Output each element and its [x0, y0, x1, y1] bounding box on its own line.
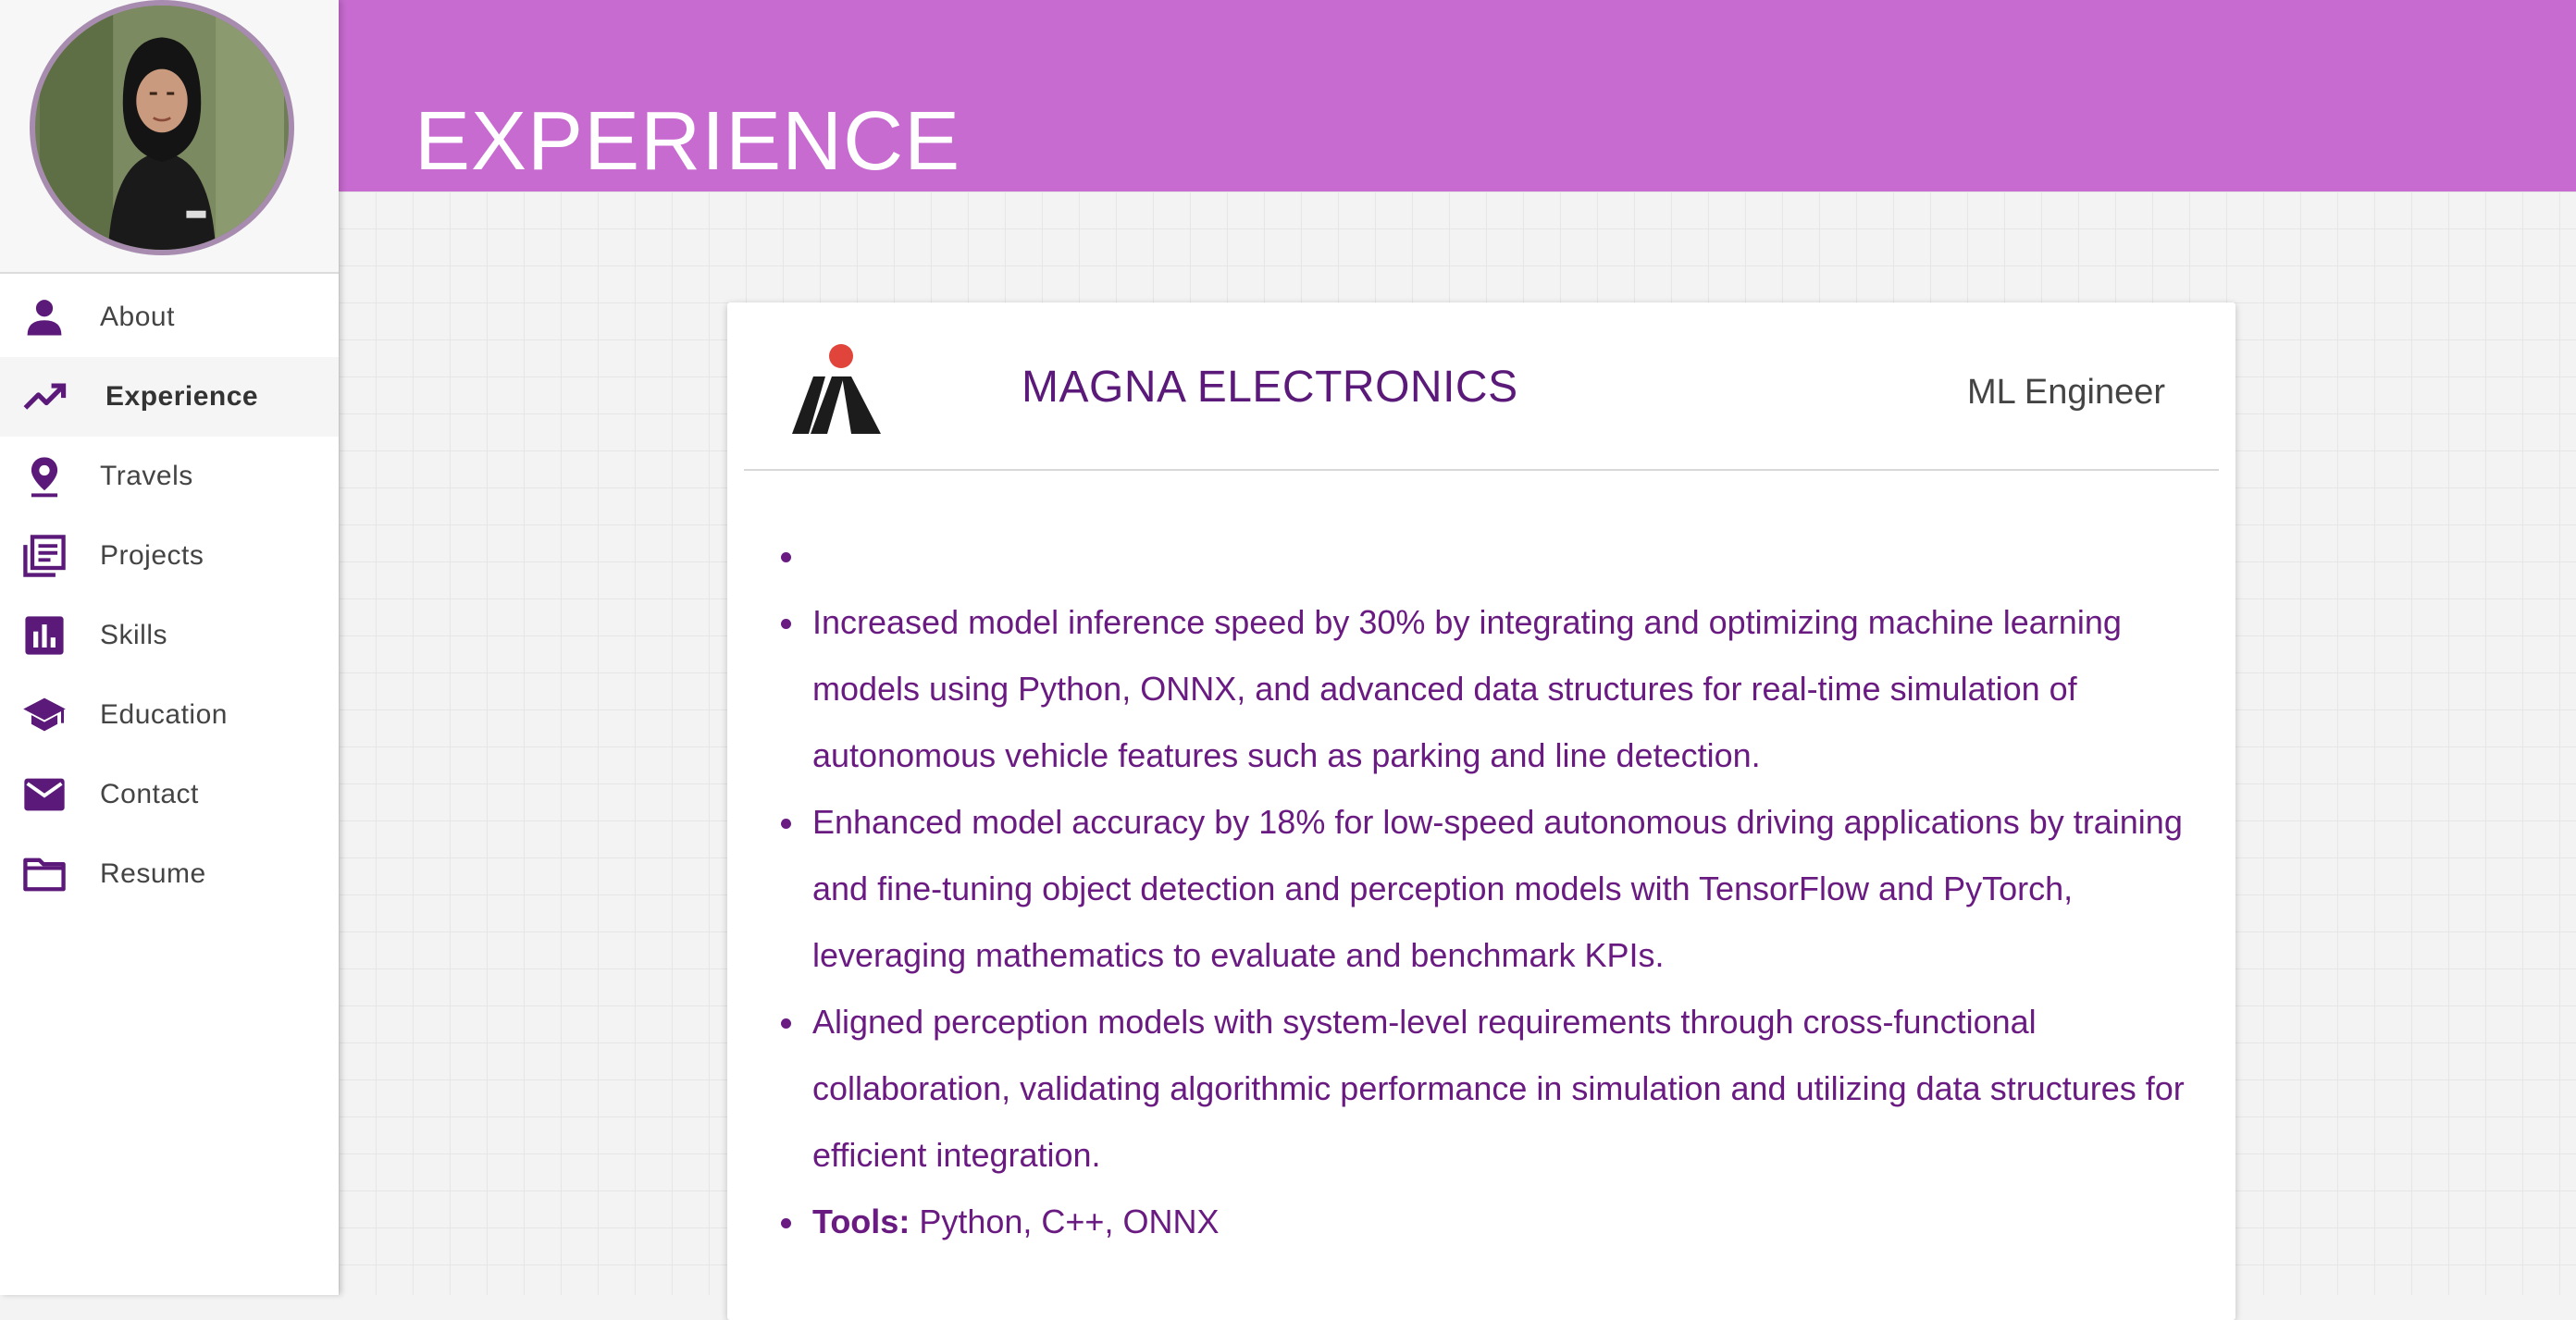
sidebar-item-experience[interactable]: Experience [0, 357, 339, 437]
mail-icon [20, 771, 68, 819]
sidebar-item-label: Experience [105, 381, 259, 412]
bar-chart-icon [20, 611, 68, 660]
tools-value: Python, C++, ONNX [910, 1203, 1220, 1240]
sidebar-item-skills[interactable]: Skills [0, 596, 339, 675]
sidebar-item-about[interactable]: About [0, 278, 339, 357]
list-item: Increased model inference speed by 30% b… [779, 589, 2204, 789]
experience-card: MAGNA ELECTRONICS ML Engineer Increased … [727, 302, 2235, 1320]
list-item [779, 523, 2204, 589]
map-pin-icon [20, 452, 68, 500]
person-icon [20, 293, 68, 341]
sidebar-item-contact[interactable]: Contact [0, 755, 339, 834]
job-title: ML Engineer [1966, 373, 2165, 412]
sidebar-item-label: Travels [100, 461, 193, 491]
sidebar-item-label: Education [100, 699, 228, 730]
list-item: Aligned perception models with system-le… [779, 989, 2204, 1189]
trending-up-icon [20, 373, 68, 421]
magna-logo-icon [790, 343, 883, 436]
sidebar-item-resume[interactable]: Resume [0, 834, 339, 914]
experience-card-header: MAGNA ELECTRONICS ML Engineer [744, 302, 2219, 471]
avatar [30, 0, 294, 255]
folder-icon [20, 850, 68, 898]
company-name: MAGNA ELECTRONICS [1022, 363, 1518, 412]
list-item: Enhanced model accuracy by 18% for low-s… [779, 789, 2204, 989]
avatar-area [0, 0, 339, 274]
sidebar-item-education[interactable]: Education [0, 675, 339, 755]
page-header: EXPERIENCE [339, 0, 2576, 191]
sidebar-item-label: Contact [100, 779, 199, 809]
sidebar-item-label: About [100, 302, 175, 332]
list-item-tools: Tools: Python, C++, ONNX [779, 1189, 2204, 1255]
sidebar-item-label: Resume [100, 858, 206, 889]
sidebar-item-label: Skills [100, 620, 168, 650]
avatar-image [40, 6, 284, 250]
sidebar-item-label: Projects [100, 540, 204, 571]
sidebar-item-projects[interactable]: Projects [0, 516, 339, 596]
main-content: MAGNA ELECTRONICS ML Engineer Increased … [339, 191, 2576, 1320]
tools-label: Tools: [812, 1203, 910, 1240]
page-title: EXPERIENCE [415, 95, 961, 189]
sidebar: About Experience Travels Projects Skills… [0, 0, 339, 1295]
experience-bullet-list: Increased model inference speed by 30% b… [779, 523, 2204, 1255]
library-books-icon [20, 532, 68, 580]
sidebar-item-travels[interactable]: Travels [0, 437, 339, 516]
graduation-cap-icon [20, 691, 68, 739]
